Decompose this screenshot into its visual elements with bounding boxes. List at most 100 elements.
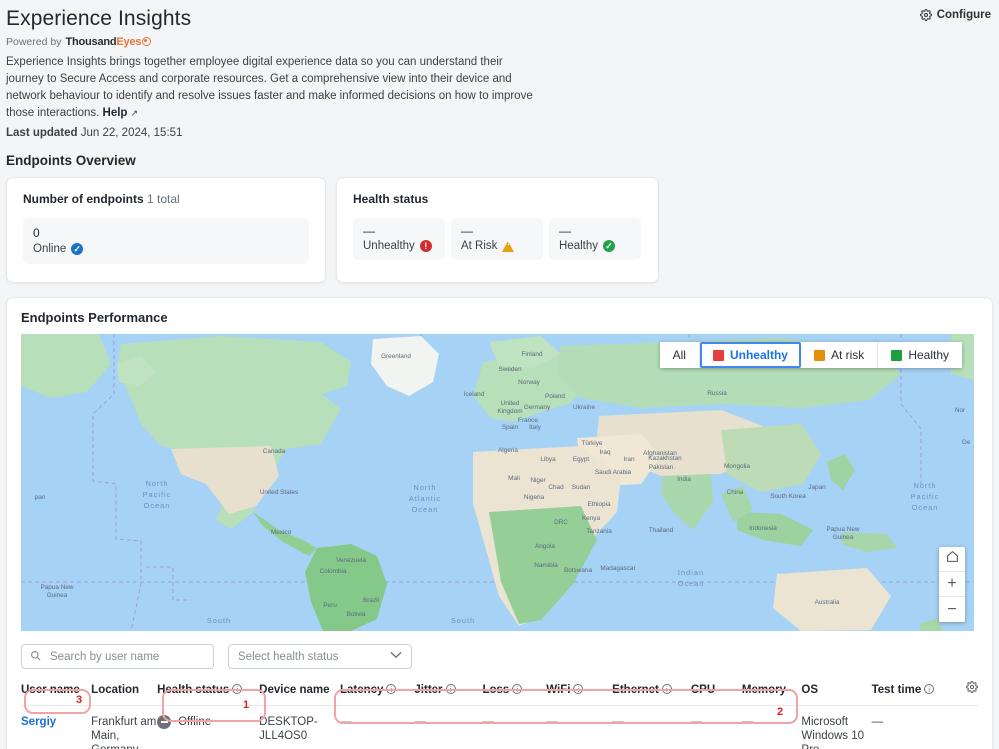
user-name-link[interactable]: Sergiy: [21, 716, 56, 728]
endpoints-table-head: User name Location Health status i Device…: [21, 681, 978, 706]
col-ethernet[interactable]: Ethernet i: [612, 681, 691, 706]
online-stat: 0 Online ✓: [23, 218, 309, 264]
svg-text:Poland: Poland: [545, 393, 565, 400]
svg-text:Finland: Finland: [522, 351, 543, 358]
number-of-endpoints-card: Number of endpoints 1 total 0 Online ✓: [6, 177, 326, 283]
check-icon: ✓: [603, 240, 615, 252]
search-user-name-box[interactable]: [21, 644, 214, 669]
help-link[interactable]: Help: [103, 107, 128, 119]
map-home-button[interactable]: [939, 547, 965, 572]
svg-text:Ocean: Ocean: [144, 501, 171, 510]
svg-text:Atlantic: Atlantic: [409, 494, 441, 503]
info-icon[interactable]: i: [573, 684, 584, 694]
svg-text:Niger: Niger: [530, 477, 546, 484]
page-header: Experience Insights Powered by ThousandE…: [0, 0, 999, 139]
table-filters: Select health status: [21, 644, 978, 669]
world-map[interactable]: Greenland Iceland Canada United States M…: [21, 334, 974, 631]
overview-cards: Number of endpoints 1 total 0 Online ✓ H…: [0, 177, 999, 283]
last-updated: Last updated Jun 22, 2024, 15:51: [6, 127, 983, 139]
svg-text:Australia: Australia: [815, 599, 840, 606]
info-icon[interactable]: i: [924, 684, 935, 694]
svg-text:Madagascar: Madagascar: [600, 565, 636, 572]
experience-insights-page: Experience Insights Powered by ThousandE…: [0, 0, 999, 749]
cell-test-time: —: [871, 716, 884, 728]
healthy-swatch-icon: [891, 349, 903, 361]
healthy-label-row: Healthy ✓: [559, 240, 631, 252]
col-health-status[interactable]: Health status i: [157, 681, 259, 706]
endpoints-table: User name Location Health status i Device…: [21, 681, 978, 749]
svg-text:Nigeria: Nigeria: [524, 494, 545, 501]
col-os[interactable]: OS: [801, 681, 871, 706]
map-health-legend[interactable]: All Unhealthy At risk Healthy: [659, 342, 962, 368]
legend-filter-unhealthy[interactable]: Unhealthy: [699, 342, 801, 368]
thousandeyes-logo: ThousandEyes: [65, 36, 152, 48]
col-jitter-label: Jitter: [414, 684, 443, 696]
unhealthy-label-row: Unhealthy !: [363, 240, 435, 252]
col-memory[interactable]: Memory: [742, 681, 802, 706]
col-ethernet-label: Ethernet: [612, 684, 659, 696]
col-device-name[interactable]: Device name: [259, 681, 340, 706]
svg-text:Germany: Germany: [524, 404, 551, 411]
map-zoom-out-button[interactable]: −: [939, 597, 965, 622]
svg-text:Papua New: Papua New: [826, 526, 859, 533]
health-status-select[interactable]: Select health status: [228, 644, 412, 669]
svg-text:Sudan: Sudan: [572, 484, 591, 491]
svg-text:Russia: Russia: [707, 390, 727, 397]
search-input[interactable]: [48, 649, 205, 664]
svg-text:Sweden: Sweden: [498, 366, 522, 373]
map-zoom-in-button[interactable]: +: [939, 572, 965, 597]
table-header-row: User name Location Health status i Device…: [21, 681, 978, 706]
svg-text:Peru: Peru: [323, 602, 337, 609]
info-icon[interactable]: i: [232, 684, 243, 694]
svg-text:Brazil: Brazil: [363, 597, 379, 604]
svg-text:North: North: [913, 481, 936, 490]
col-loss[interactable]: Loss i: [482, 681, 546, 706]
powered-by-label: Powered by: [6, 36, 62, 48]
cell-device-name: DESKTOP-JLL4OS0: [259, 716, 318, 742]
svg-text:Iceland: Iceland: [464, 391, 485, 398]
svg-text:Chad: Chad: [548, 484, 564, 491]
svg-text:Indian: Indian: [678, 568, 704, 577]
powered-by: Powered by ThousandEyes: [6, 36, 983, 48]
cell-memory: —: [741, 716, 754, 728]
unhealthy-swatch-icon: [712, 349, 724, 361]
info-icon[interactable]: i: [386, 684, 397, 694]
info-icon[interactable]: i: [512, 684, 523, 694]
col-user-name[interactable]: User name: [21, 681, 91, 706]
last-updated-value: Jun 22, 2024, 15:51: [80, 127, 183, 139]
svg-text:Tanzania: Tanzania: [586, 528, 612, 535]
gear-icon: [919, 9, 932, 21]
endpoints-card-header: Number of endpoints 1 total: [23, 192, 309, 206]
health-status-text: Offline: [178, 716, 212, 728]
error-icon: !: [419, 240, 432, 252]
health-box-healthy: — Healthy ✓: [549, 218, 641, 260]
col-cpu[interactable]: CPU: [691, 681, 742, 706]
legend-filter-healthy[interactable]: Healthy: [878, 342, 962, 368]
brand-second: Eyes: [116, 36, 142, 48]
table-settings-button[interactable]: [950, 681, 978, 706]
cell-user-name[interactable]: Sergiy: [21, 706, 91, 749]
col-latency[interactable]: Latency i: [340, 681, 414, 706]
health-boxes: — Unhealthy ! — At Risk ! — Healthy ✓: [353, 218, 642, 260]
legend-filter-all[interactable]: All: [659, 342, 700, 368]
col-test-time[interactable]: Test time i: [872, 681, 951, 706]
table-row[interactable]: Sergiy Frankfurt am Main, Germany Offlin…: [21, 705, 978, 749]
svg-text:Mexico: Mexico: [271, 529, 292, 536]
cell-ethernet: —: [612, 716, 624, 728]
info-icon[interactable]: i: [661, 684, 672, 694]
home-icon: [946, 550, 959, 568]
col-jitter[interactable]: Jitter i: [414, 681, 482, 706]
svg-text:South Korea: South Korea: [770, 493, 806, 500]
info-icon[interactable]: i: [445, 684, 456, 694]
col-location[interactable]: Location: [91, 681, 157, 706]
cell-wifi: —: [546, 716, 558, 728]
col-wifi[interactable]: WiFi i: [546, 681, 612, 706]
legend-label-healthy: Healthy: [908, 348, 949, 362]
map-controls[interactable]: + −: [939, 547, 965, 622]
svg-text:China: China: [727, 489, 744, 496]
svg-text:Saudi Arabia: Saudi Arabia: [595, 469, 632, 476]
legend-filter-at-risk[interactable]: At risk: [800, 342, 879, 368]
configure-button[interactable]: Configure: [919, 9, 991, 21]
svg-text:DRC: DRC: [554, 519, 568, 526]
unhealthy-value: —: [363, 224, 375, 238]
